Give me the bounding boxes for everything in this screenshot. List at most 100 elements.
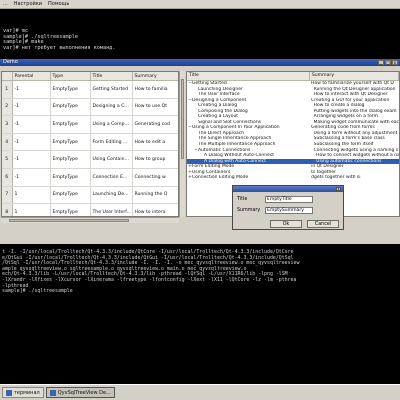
cancel-button[interactable]: Cancel [307,220,339,228]
terminal-top[interactable]: var]# mc sample]# ./sqltreesample sample… [0,9,400,59]
row-index: 2 [2,98,13,117]
cell-summary[interactable]: How to intera [132,203,178,216]
terminal-line: sample]# ./sqltreesample [2,288,73,295]
cell-type[interactable]: EmptyType [50,80,91,99]
table-vertical-scrollbar[interactable] [179,71,185,217]
cell-parental[interactable]: -1 [12,150,51,169]
taskbar-item-terminal[interactable]: терминал [2,387,44,398]
column-header-title[interactable]: Title [90,72,133,81]
title-label: Title [237,197,248,202]
tree-item-title: A Dialog with Auto-Connect [204,158,267,164]
cell-summary[interactable]: How to familia [132,80,178,99]
tree-item-title: Using Containers [192,169,231,175]
menu-item-settings[interactable]: Настройки [11,1,45,7]
records-table[interactable]: Parental Type Title Summary 1 -1 EmptyType… [1,71,179,217]
cell-title[interactable]: Getting Started [90,80,133,99]
tree-item-title: The Direct Approach [198,130,245,136]
cell-parental[interactable]: -1 [12,168,51,187]
cell-summary[interactable]: How to group [132,150,178,169]
cell-parental[interactable]: 1 [12,203,51,216]
cell-type[interactable]: EmptyType [50,133,91,152]
tree-column-header-title[interactable]: Title [187,72,310,80]
cell-summary[interactable]: How to use Qt [132,98,178,117]
table-row[interactable]: 2 -1 EmptyType Designing a C... How to use Q… [2,98,178,117]
dialog-close-button[interactable]: x [336,187,341,191]
ok-button[interactable]: Ok [270,220,302,228]
menu-item-help[interactable]: Помощь [45,1,72,7]
row-index: 1 [2,80,13,99]
menu-item-0[interactable]: ... [0,1,11,7]
summary-field[interactable]: EmptySummary [265,207,313,214]
table-row[interactable]: 1 -1 EmptyType Getting Started How to famili… [2,80,178,99]
tree-item-title: Creating a Dialog [198,103,238,109]
table-row[interactable]: 5 -1 EmptyType Using Contain... How to group [2,150,178,169]
cell-parental[interactable]: 1 [12,186,51,205]
scrollbar-thumb[interactable] [181,79,184,159]
cell-type[interactable]: EmptyType [50,115,91,134]
column-header-index[interactable] [2,72,13,81]
cell-title[interactable]: Designing a C... [90,98,133,117]
cell-type[interactable]: EmptyType [50,150,91,169]
row-index: 8 [2,203,13,216]
cell-summary[interactable]: Generating cod [132,115,178,134]
tree-item-title: Form Editing Mode [192,164,235,170]
tree-item-title: Signal and Slot Connections [198,119,262,125]
close-button[interactable]: x [392,60,398,65]
tree-item-title-cell: +Connection Editing Mode [187,175,309,181]
taskbar-item-demo[interactable]: QyvSqlTreeView De... [45,387,115,398]
cell-type[interactable]: EmptyType [50,203,91,216]
table-row[interactable]: 4 -1 EmptyType Form Editing ... How to edit … [2,133,178,152]
window-title[interactable]: Demo [0,59,400,66]
window-controls: _ □ x [378,60,398,65]
column-header-summary[interactable]: Summary [132,72,178,81]
cell-summary[interactable]: Connecting w [132,168,178,187]
cell-title[interactable]: The User Interf... [90,203,133,216]
table-row[interactable]: 6 -1 EmptyType Connection E... Connecting w [2,168,178,187]
cell-title[interactable]: Form Editing ... [90,133,133,152]
tree-item-summary: dgets together with si [311,175,361,181]
tree-header: Title Summary [187,72,399,81]
cell-summary[interactable]: How to edit a [132,133,178,152]
cell-summary[interactable]: Running the Q [132,186,178,205]
table-header-row: Parental Type Title Summary [2,72,178,81]
cell-title[interactable]: Launching De... [90,186,133,205]
table-row[interactable]: 3 -1 EmptyType Using a Comp... Generating co… [2,115,178,134]
taskbar: терминал QyvSqlTreeView De... [0,384,400,400]
cell-type[interactable]: EmptyType [50,98,91,117]
scrollbar-thumb[interactable] [9,219,129,222]
cell-type[interactable]: EmptyType [50,186,91,205]
tree-item-title: The Multiple Inheritance Approach [198,142,276,148]
tree-item-title: Automatic Connections [198,147,251,153]
cell-parental[interactable]: -1 [12,80,51,99]
table-horizontal-scrollbar[interactable] [1,217,179,223]
cell-title[interactable]: Using Contain... [90,150,133,169]
row-index: 4 [2,133,13,152]
terminal-bottom[interactable]: t -I. -I/usr/local/Trolltech/Qt-4.3.3/in… [0,244,400,384]
tree-column-header-summary[interactable]: Summary [310,72,399,80]
tree-item[interactable]: +Connection Editing Mode dgets together w… [187,175,399,181]
taskbar-item-label: терминал [14,390,40,396]
table-row[interactable]: 7 1 EmptyType Launching De... Running the Q [2,186,178,205]
column-header-type[interactable]: Type [50,72,91,81]
cell-title[interactable]: Connection E... [90,168,133,187]
maximize-button[interactable]: □ [385,60,391,65]
cell-title[interactable]: Using a Comp... [90,115,133,134]
terminal-icon [6,389,12,396]
cell-type[interactable]: EmptyType [50,168,91,187]
dialog-titlebar[interactable] [233,186,343,192]
cell-parental[interactable]: -1 [12,115,51,134]
summary-label: Summary [237,208,261,213]
cell-parental[interactable]: -1 [12,98,51,117]
minimize-button[interactable]: _ [378,60,384,65]
tree-body: −Getting Started How to familiarize yours… [187,81,399,181]
row-index: 7 [2,186,13,205]
edit-item-dialog: x Title EmptyTitle Summary EmptySummary … [232,185,344,230]
table-row[interactable]: 8 1 EmptyType The User Interf... How to inte… [2,203,178,216]
menubar: ... Настройки Помощь [0,0,400,9]
column-header-parental[interactable]: Parental [12,72,51,81]
tree-item-title: Connection Editing Mode [192,175,249,181]
tree-item-title: Creating a Layout [198,114,239,120]
title-field[interactable]: EmptyTitle [265,196,313,203]
cell-parental[interactable]: -1 [12,133,51,152]
app-icon [49,389,56,396]
